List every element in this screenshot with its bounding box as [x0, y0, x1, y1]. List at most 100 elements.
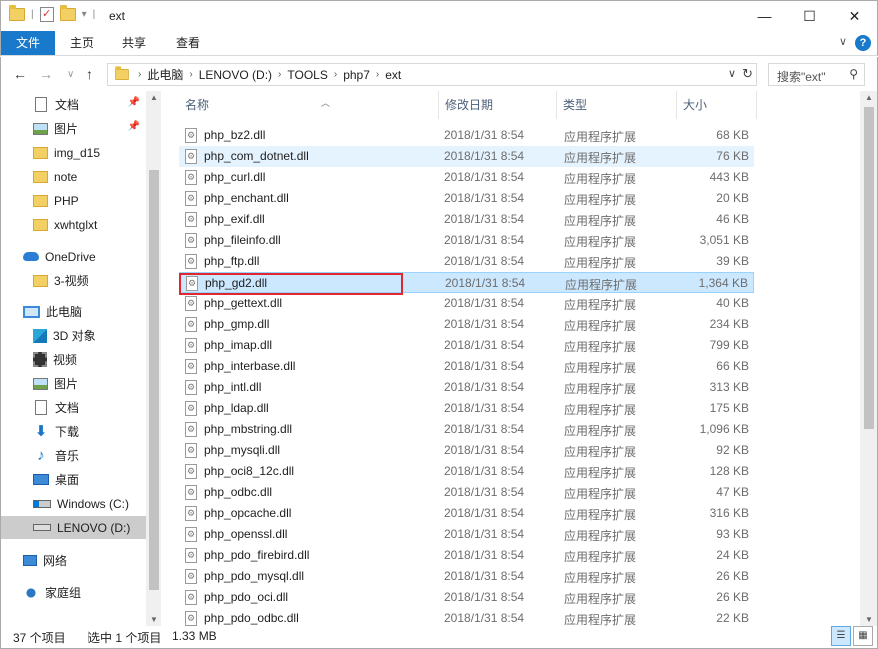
- nav-item-videos[interactable]: 视频: [1, 348, 146, 371]
- refresh-icon[interactable]: ↻: [742, 66, 753, 82]
- file-row[interactable]: php_imap.dll 2018/1/31 8:54 应用程序扩展 799 KB: [179, 335, 754, 356]
- file-row[interactable]: php_com_dotnet.dll 2018/1/31 8:54 应用程序扩展 76…: [179, 146, 754, 167]
- file-row[interactable]: php_bz2.dll 2018/1/31 8:54 应用程序扩展 68 KB: [179, 125, 754, 146]
- search-icon[interactable]: ⚲: [849, 67, 858, 81]
- breadcrumb-php7[interactable]: php7: [339, 68, 374, 82]
- file-row[interactable]: php_pdo_mysql.dll 2018/1/31 8:54 应用程序扩展 26 …: [179, 566, 754, 587]
- file-size: 316 KB: [709, 506, 749, 520]
- file-type: 应用程序扩展: [564, 550, 637, 564]
- dll-file-icon: [185, 401, 197, 416]
- nav-item-downloads[interactable]: ⬇ 下载: [1, 420, 146, 443]
- file-row[interactable]: php_ftp.dll 2018/1/31 8:54 应用程序扩展 39 KB: [179, 251, 754, 272]
- minimize-button[interactable]: —: [742, 1, 787, 31]
- tab-home[interactable]: 主页: [59, 31, 105, 55]
- breadcrumb-ext[interactable]: ext: [381, 68, 405, 82]
- item-count: 37 个项目: [13, 631, 66, 645]
- nav-item-3-videos[interactable]: 3-视频: [1, 269, 146, 292]
- breadcrumb-drive[interactable]: LENOVO (D:): [195, 68, 276, 82]
- close-button[interactable]: ✕: [832, 1, 877, 31]
- properties-icon[interactable]: ✓: [39, 7, 54, 22]
- nav-item-label: Windows (C:): [57, 496, 130, 511]
- file-row[interactable]: php_fileinfo.dll 2018/1/31 8:54 应用程序扩展 3,05…: [179, 230, 754, 251]
- breadcrumb-tools[interactable]: TOOLS: [283, 68, 331, 82]
- nav-item-network[interactable]: 网络: [1, 549, 146, 572]
- column-header-name[interactable]: ︿ 名称: [179, 91, 439, 119]
- tab-file[interactable]: 文件: [1, 31, 55, 55]
- chevron-right-icon[interactable]: ›: [332, 69, 339, 80]
- file-row[interactable]: php_gettext.dll 2018/1/31 8:54 应用程序扩展 40 KB: [179, 293, 754, 314]
- forward-icon[interactable]: →: [39, 66, 53, 82]
- file-list-scrollbar[interactable]: ▲ ▼: [860, 91, 877, 626]
- chevron-right-icon[interactable]: ›: [187, 69, 194, 80]
- file-row[interactable]: php_ldap.dll 2018/1/31 8:54 应用程序扩展 175 KB: [179, 398, 754, 419]
- customize-toolbar-icon[interactable]: ▾: [82, 9, 87, 20]
- chevron-right-icon[interactable]: ›: [374, 69, 381, 80]
- address-bar[interactable]: › 此电脑 › LENOVO (D:) › TOOLS › php7 › ext…: [107, 63, 757, 86]
- column-header-size[interactable]: 大小: [677, 91, 757, 119]
- file-row[interactable]: php_pdo_oci.dll 2018/1/31 8:54 应用程序扩展 26 KB: [179, 587, 754, 608]
- file-row[interactable]: php_gmp.dll 2018/1/31 8:54 应用程序扩展 234 KB: [179, 314, 754, 335]
- nav-item-documents-pinned[interactable]: 文档 📌: [1, 93, 146, 116]
- nav-item-3d-objects[interactable]: 3D 对象: [1, 324, 146, 347]
- nav-item-pictures[interactable]: 图片: [1, 372, 146, 395]
- file-row[interactable]: php_intl.dll 2018/1/31 8:54 应用程序扩展 313 KB: [179, 377, 754, 398]
- search-input[interactable]: 搜索"ext" ⚲: [768, 63, 865, 86]
- nav-item-this-pc[interactable]: 此电脑: [1, 300, 146, 323]
- recent-locations-icon[interactable]: ∨: [67, 69, 74, 80]
- file-size: 1,364 KB: [698, 276, 748, 290]
- file-row[interactable]: php_enchant.dll 2018/1/31 8:54 应用程序扩展 20 KB: [179, 188, 754, 209]
- expand-ribbon-icon[interactable]: ∨: [839, 35, 847, 48]
- column-header-date[interactable]: 修改日期: [439, 91, 557, 119]
- back-icon[interactable]: ←: [13, 66, 27, 82]
- navigation-scrollbar[interactable]: ▲ ▼: [146, 91, 161, 626]
- maximize-button[interactable]: ☐: [787, 1, 832, 31]
- nav-item-homegroup[interactable]: 家庭组: [1, 581, 146, 604]
- large-icons-view-icon[interactable]: ▦: [853, 626, 873, 646]
- nav-item-documents[interactable]: 文档: [1, 396, 146, 419]
- nav-item-note[interactable]: note: [1, 165, 146, 188]
- file-row[interactable]: php_opcache.dll 2018/1/31 8:54 应用程序扩展 316 K…: [179, 503, 754, 524]
- chevron-right-icon[interactable]: ›: [136, 69, 143, 80]
- scroll-up-icon[interactable]: ▲: [865, 93, 873, 102]
- breadcrumb-this-pc[interactable]: 此电脑: [143, 66, 187, 83]
- file-row[interactable]: php_interbase.dll 2018/1/31 8:54 应用程序扩展 66 …: [179, 356, 754, 377]
- file-row[interactable]: php_openssl.dll 2018/1/31 8:54 应用程序扩展 93 KB: [179, 524, 754, 545]
- file-row[interactable]: php_pdo_firebird.dll 2018/1/31 8:54 应用程序扩展…: [179, 545, 754, 566]
- pin-icon[interactable]: 📌: [128, 121, 140, 132]
- nav-item-music[interactable]: ♪ 音乐: [1, 444, 146, 467]
- new-folder-icon[interactable]: [59, 5, 76, 21]
- scroll-up-icon[interactable]: ▲: [150, 93, 158, 102]
- nav-item-img-d15[interactable]: img_d15: [1, 141, 146, 164]
- file-row[interactable]: php_mbstring.dll 2018/1/31 8:54 应用程序扩展 1,09…: [179, 419, 754, 440]
- nav-item-onedrive[interactable]: OneDrive: [1, 245, 146, 268]
- scroll-down-icon[interactable]: ▼: [865, 615, 873, 624]
- file-name: php_gettext.dll: [204, 296, 283, 310]
- nav-item-xwhtglxt[interactable]: xwhtglxt: [1, 213, 146, 236]
- nav-item-label: OneDrive: [45, 249, 96, 264]
- nav-item-lenovo-d[interactable]: LENOVO (D:): [1, 516, 146, 539]
- scroll-down-icon[interactable]: ▼: [150, 615, 158, 624]
- file-row[interactable]: php_mysqli.dll 2018/1/31 8:54 应用程序扩展 92 KB: [179, 440, 754, 461]
- up-icon[interactable]: ↑: [86, 66, 93, 82]
- scrollbar-thumb[interactable]: [149, 170, 159, 590]
- chevron-right-icon[interactable]: ›: [276, 69, 283, 80]
- file-row[interactable]: php_pdo_odbc.dll 2018/1/31 8:54 应用程序扩展 22 K…: [179, 608, 754, 626]
- scrollbar-thumb[interactable]: [864, 107, 874, 429]
- file-row[interactable]: php_odbc.dll 2018/1/31 8:54 应用程序扩展 47 KB: [179, 482, 754, 503]
- help-icon[interactable]: ?: [855, 35, 871, 51]
- file-row[interactable]: php_curl.dll 2018/1/31 8:54 应用程序扩展 443 KB: [179, 167, 754, 188]
- tab-view[interactable]: 查看: [165, 31, 211, 55]
- nav-item-pictures-pinned[interactable]: 图片 📌: [1, 117, 146, 140]
- file-row[interactable]: php_oci8_12c.dll 2018/1/31 8:54 应用程序扩展 128 …: [179, 461, 754, 482]
- nav-item-label: 此电脑: [46, 305, 83, 319]
- nav-item-desktop[interactable]: 桌面: [1, 468, 146, 491]
- pin-icon[interactable]: 📌: [128, 97, 140, 108]
- nav-item-windows-c[interactable]: Windows (C:): [1, 492, 146, 515]
- column-header-type[interactable]: 类型: [557, 91, 677, 119]
- tab-share[interactable]: 共享: [111, 31, 157, 55]
- nav-item-php[interactable]: PHP: [1, 189, 146, 212]
- file-row[interactable]: php_exif.dll 2018/1/31 8:54 应用程序扩展 46 KB: [179, 209, 754, 230]
- address-dropdown-icon[interactable]: ∨: [728, 67, 736, 80]
- file-date: 2018/1/31 8:54: [444, 569, 525, 583]
- details-view-icon[interactable]: ☰: [831, 626, 851, 646]
